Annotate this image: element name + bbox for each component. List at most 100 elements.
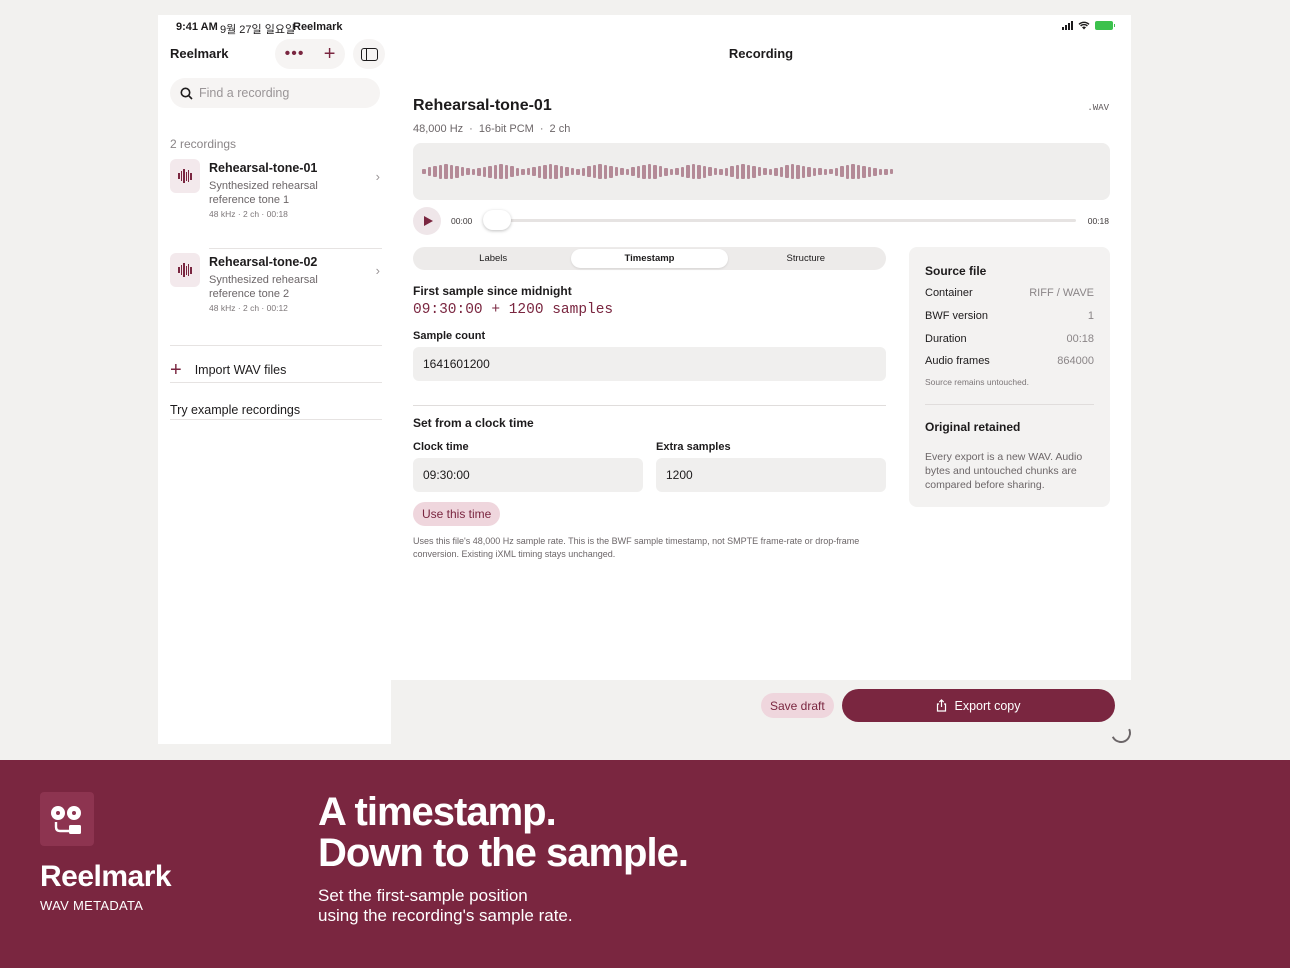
waveform-bar [466,168,470,175]
waveform-bar [515,167,519,176]
waveform-bar [576,168,580,175]
recording-name: Rehearsal-tone-02 [209,255,318,269]
waveform-bar [757,167,761,176]
source-file-heading: Source file [925,264,987,278]
tab-labels[interactable]: Labels [415,249,571,268]
brand-name: Reelmark [40,860,172,893]
export-copy-button[interactable]: Export copy [842,689,1115,722]
status-bar: 9:41 AM 9월 27일 일요일 Reelmark [158,15,1131,39]
extra-samples-field[interactable] [656,458,886,492]
import-wav-button[interactable]: + Import WAV files [170,357,382,383]
original-retained-heading: Original retained [925,420,1021,434]
playback-duration: 00:18 [1087,216,1109,226]
playback-position: 00:00 [451,216,473,226]
more-icon[interactable]: ••• [285,45,305,63]
action-bar: Save draft Export copy [391,680,1134,746]
info-row: Audio frames 864000 [925,355,1094,367]
use-this-time-button[interactable]: Use this time [413,502,501,526]
waveform-bar [526,168,530,175]
tagline-line: using the recording's sample rate. [318,906,573,925]
nav-title: Recording [728,46,794,61]
recording-description: Synthesized rehearsal reference tone 1 [209,180,318,206]
example-recordings-link[interactable]: Try example recordings [170,403,300,417]
info-value: RIFF / WAVE [1029,287,1094,299]
cellular-icon [1062,21,1073,30]
waveform-bar [438,164,442,179]
info-value: 864000 [1057,355,1094,367]
set-clock-heading: Set from a clock time [413,416,534,430]
waveform-bar [664,167,668,176]
waveform-bar [768,168,772,175]
waveform-bar [499,164,503,179]
waveform-bar [427,167,431,176]
waveform-bar [609,165,613,178]
recording-list-item[interactable]: Rehearsal-tone-01 Synthesized rehearsal … [170,159,382,249]
app-window: 9:41 AM 9월 27일 일요일 Reelmark Reelmark •••… [158,15,1134,746]
waveform-bar [763,168,767,175]
info-value: 00:18 [1066,333,1094,345]
waveform[interactable] [413,143,1110,200]
status-app-name: Reelmark [293,21,343,33]
waveform-bar [559,165,563,178]
detail-pane: Recording Rehearsal-tone-01 .WAV 48,000 … [391,39,1131,744]
clock-time-label: Clock time [413,441,469,453]
promo-headline: A timestamp. Down to the sample. [318,792,689,874]
plus-icon: + [170,359,182,381]
sidebar-toggle-button[interactable] [353,39,385,69]
waveform-bar [548,164,552,179]
export-label: Export copy [954,698,1021,713]
waveform-bar [829,169,833,174]
waveform-bar [856,164,860,179]
waveform-bar [730,166,734,177]
info-row: BWF version 1 [925,310,1094,322]
waveform-bar [873,167,877,176]
waveform-bar [422,169,426,174]
waveform-bar [686,165,690,178]
search-input[interactable] [199,86,369,100]
recording-list-item[interactable]: Rehearsal-tone-02 Synthesized rehearsal … [170,253,382,343]
waveform-icon [170,159,200,193]
play-button[interactable] [413,207,441,235]
add-icon[interactable]: + [324,43,336,66]
promo-banner: Reelmark WAV METADATA A timestamp. Down … [0,760,1290,968]
clock-time-field[interactable] [413,458,643,492]
save-draft-button[interactable]: Save draft [761,693,834,718]
waveform-bar [675,168,679,175]
scrubber-knob[interactable] [483,210,511,230]
divider [170,382,382,383]
format-summary: 48,000 Hz · 16-bit PCM · 2 ch [413,123,571,135]
tagline-line: Set the first-sample position [318,886,528,905]
waveform-bar [708,167,712,176]
tab-structure[interactable]: Structure [728,249,884,268]
recording-meta: 48 kHz · 2 ch · 00:18 [209,209,288,219]
waveform-bar [642,164,646,179]
divider [170,419,382,420]
sidebar-actions: ••• + [275,39,345,69]
sample-count-field[interactable] [413,347,886,381]
waveform-bar [488,165,492,178]
info-value: 1 [1087,310,1094,322]
waveform-bar [812,167,816,176]
waveform-bar [867,166,871,177]
search-bar[interactable] [170,78,380,108]
waveform-bar [581,167,585,176]
sample-count-label: Sample count [413,330,486,342]
waveform-bar [752,165,756,178]
waveform-bar [796,164,800,179]
tab-bar: Labels Timestamp Structure [413,247,886,270]
waveform-bar [807,166,811,177]
import-label: Import WAV files [194,363,287,377]
waveform-bar [598,164,602,179]
waveform-bar [460,167,464,176]
tab-timestamp[interactable]: Timestamp [571,249,728,268]
info-row: Container RIFF / WAVE [925,287,1094,299]
waveform-bar [878,168,882,175]
play-icon [423,216,433,226]
status-icons [1062,21,1115,30]
bit-depth: 16-bit PCM [478,123,534,135]
sidebar: Reelmark ••• + 2 recordings Rehearsal-to… [158,39,391,744]
waveform-bar [625,168,629,175]
waveform-bar [823,168,827,175]
scrubber-track[interactable] [483,219,1076,222]
recording-name: Rehearsal-tone-01 [209,161,318,175]
